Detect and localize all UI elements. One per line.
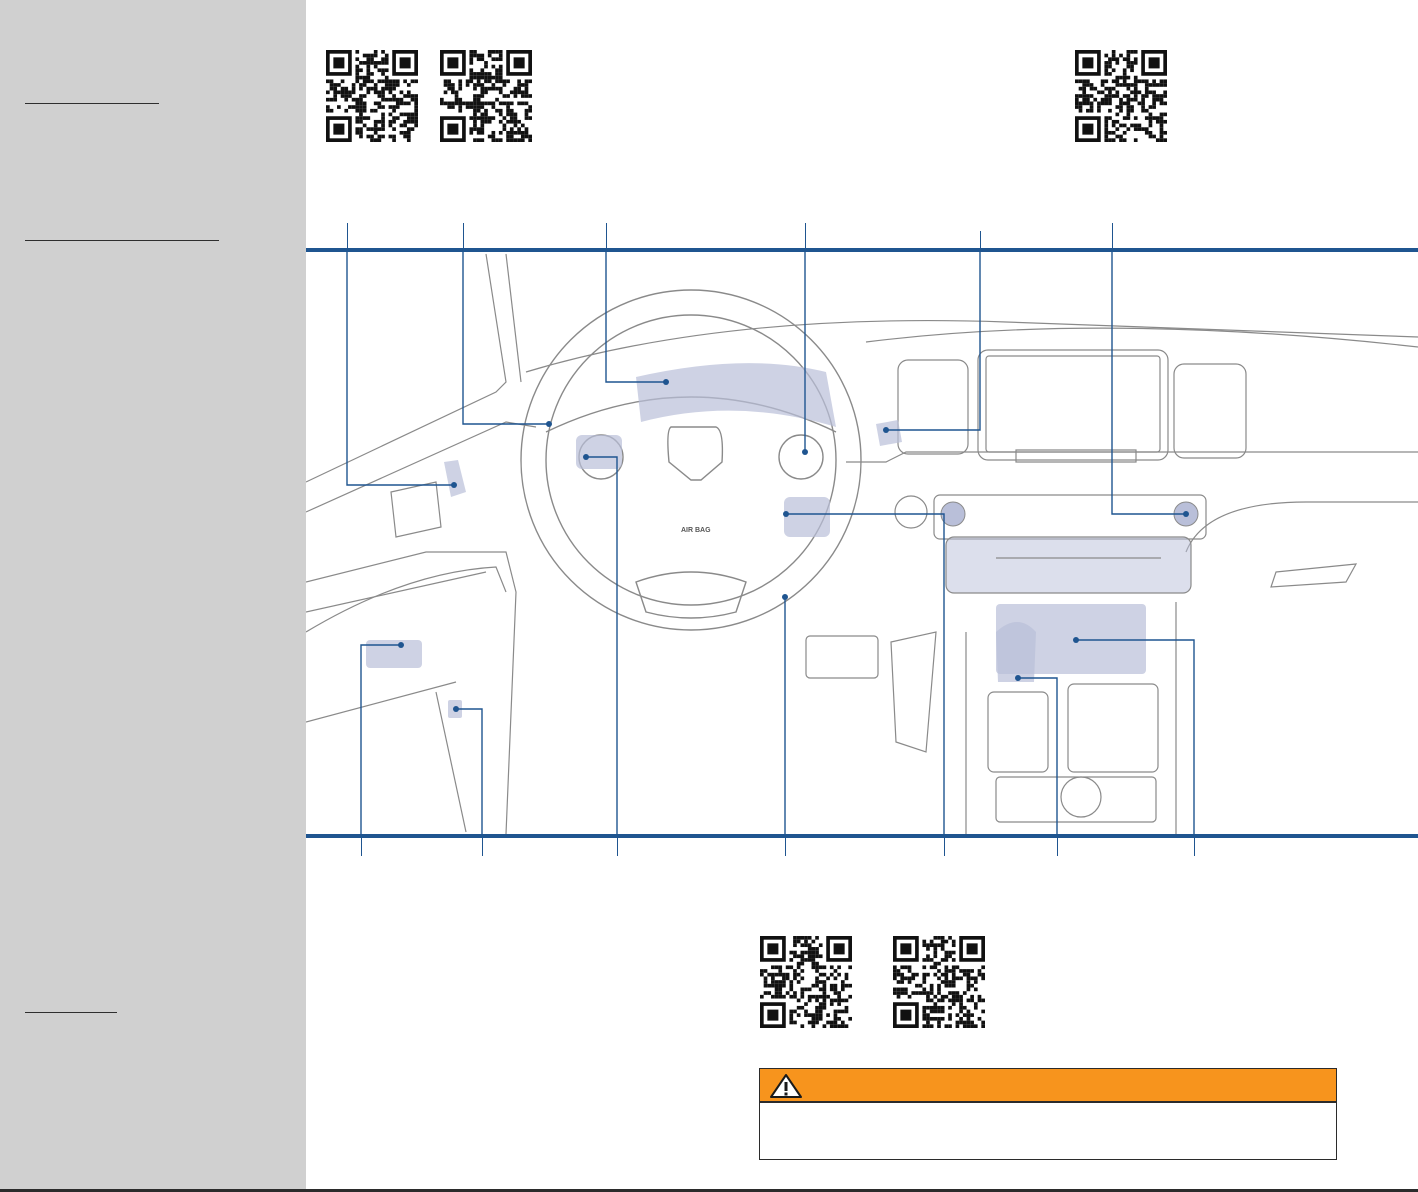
callout-line-top (347, 223, 348, 250)
callout-line-bottom (361, 838, 362, 856)
qr-code-icon[interactable] (440, 50, 532, 142)
qr-code-icon[interactable] (1075, 50, 1167, 142)
sidebar-rule-1 (25, 103, 159, 104)
warning-box (759, 1068, 1337, 1160)
callout-line-bottom (1194, 838, 1195, 856)
callout-line-top (1112, 223, 1113, 250)
sidebar-rule-2 (25, 240, 219, 241)
sidebar-rule-3 (25, 1012, 117, 1013)
callout-line-top (805, 223, 806, 250)
callout-line-bottom (785, 838, 786, 856)
car-interior-illustration: AIR BAG (306, 252, 1418, 834)
callout-line-top (606, 223, 607, 250)
airbag-label: AIR BAG (681, 527, 711, 534)
callout-line-bottom (482, 838, 483, 856)
callout-line-bottom (617, 838, 618, 856)
qr-code-icon[interactable] (326, 50, 418, 142)
illustration-bottom-rule (306, 834, 1418, 838)
qr-code-icon[interactable] (893, 936, 985, 1028)
warning-triangle-icon (770, 1074, 802, 1098)
sidebar (0, 0, 306, 1192)
warning-header (760, 1069, 1336, 1103)
qr-code-icon[interactable] (760, 936, 852, 1028)
callout-line-top (463, 223, 464, 250)
callout-line-bottom (1057, 838, 1058, 856)
callout-line-bottom (944, 838, 945, 856)
